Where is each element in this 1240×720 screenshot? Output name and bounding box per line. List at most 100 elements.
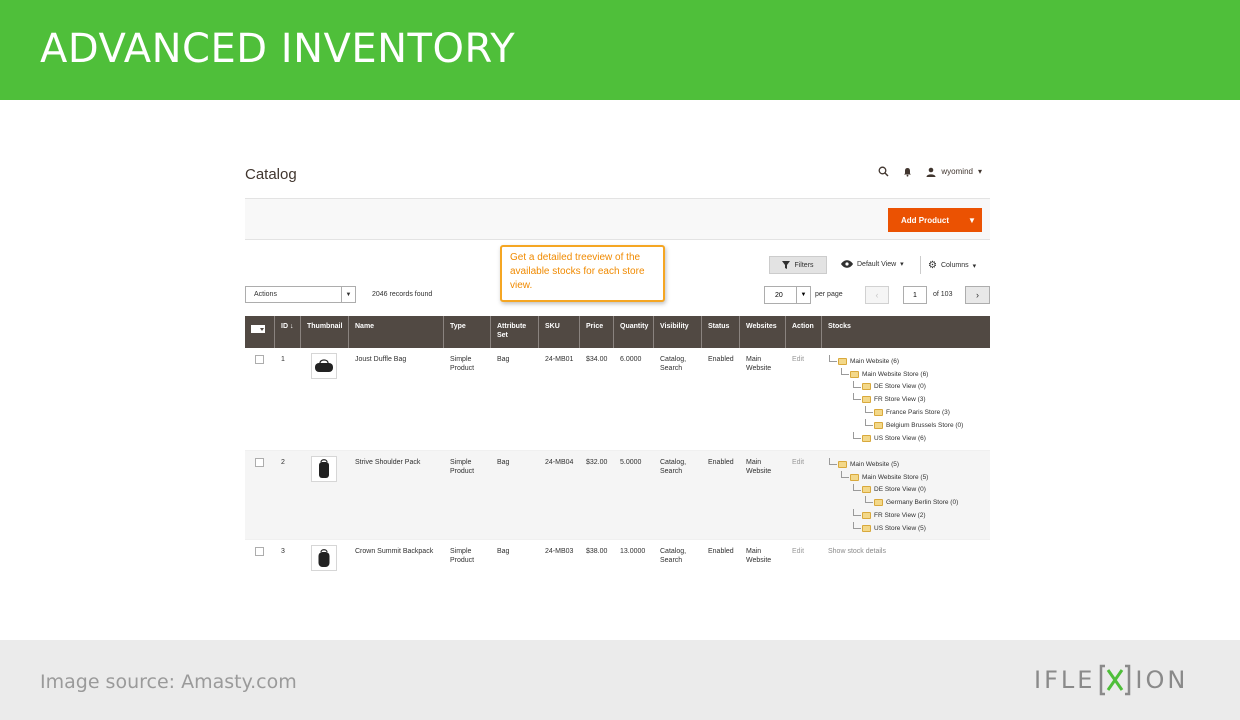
user-menu[interactable]: wyomind ▾ [926,167,982,177]
tree-node-label: US Store View (6) [874,434,926,442]
cell-type: Simple Product [450,459,475,475]
folder-icon [838,357,847,365]
cell-status: Enabled [708,356,734,363]
tree-connector [853,380,861,388]
cell-attribute-set: Bag [497,548,510,555]
cell-sku: 24-MB04 [545,459,574,466]
folder-icon [850,473,859,481]
row-checkbox[interactable] [255,355,264,364]
tree-node[interactable]: FR Store View (2) [828,509,986,522]
column-header-thumbnail[interactable]: Thumbnail [301,316,349,348]
product-thumbnail[interactable] [311,456,337,482]
row-checkbox[interactable] [255,458,264,467]
column-header-attribute-set[interactable]: Attribute Set [491,316,539,348]
cell-quantity: 6.0000 [620,356,642,363]
cell-price: $38.00 [586,548,608,555]
product-thumbnail[interactable] [311,545,337,571]
mass-actions-select[interactable]: Actions ▼ [245,286,356,303]
folder-icon [838,460,847,468]
tree-node[interactable]: Main Website Store (5) [828,470,986,484]
tree-node-label: DE Store View (0) [874,486,926,494]
add-product-dropdown-icon[interactable]: ▼ [962,216,982,225]
tree-node[interactable]: US Store View (6) [828,431,986,445]
edit-link[interactable]: Edit [792,548,804,555]
tree-connector [841,367,849,375]
tree-node[interactable]: US Store View (5) [828,521,986,535]
columns-dropdown[interactable]: ⚙ Columns ▾ [928,260,976,271]
tree-connector [853,431,861,439]
grid-header: ID ↓ Thumbnail Name Type Attribute Set S… [245,316,990,348]
banner-title: ADVANCED INVENTORY [40,26,516,72]
filters-button[interactable]: Filters [769,256,827,274]
select-all-checkbox[interactable] [245,316,275,348]
tree-connector [853,509,861,517]
column-header-type[interactable]: Type [444,316,491,348]
cell-visibility: Catalog, Search [660,356,687,372]
tree-node[interactable]: DE Store View (0) [828,380,986,394]
column-header-id[interactable]: ID ↓ [275,316,301,348]
row-checkbox[interactable] [255,547,264,556]
tree-node[interactable]: Main Website (5) [828,458,986,471]
chevron-down-icon: ▾ [972,262,977,270]
per-page-label: per page [815,291,843,298]
tree-node[interactable]: Germany Berlin Store (0) [828,496,986,509]
folder-icon [862,524,871,532]
tree-connector [853,521,861,529]
iflexion-logo: IFLE ION [1034,664,1188,696]
cell-quantity: 5.0000 [620,459,642,466]
stock-tree: Main Website (5) Main Website Store (5) DE… [828,458,986,535]
column-header-status[interactable]: Status [702,316,740,348]
default-view-label: Default View [857,260,897,268]
tree-connector [865,406,873,414]
image-source: Image source: Amasty.com [40,671,297,693]
tree-node-label: Germany Berlin Store (0) [886,499,959,507]
column-header-name[interactable]: Name [349,316,444,348]
column-header-price[interactable]: Price [580,316,614,348]
add-product-button[interactable]: Add Product ▼ [888,208,982,232]
tree-node[interactable]: Main Website Store (6) [828,367,986,381]
tree-node[interactable]: Belgium Brussels Store (0) [828,418,986,432]
tree-node-label: FR Store View (2) [874,512,926,520]
catalog-screenshot: Catalog wyomind ▾ Add Product ▼ Get a de… [245,150,990,580]
show-stock-details-link[interactable]: Show stock details [828,548,886,555]
previous-page-button[interactable]: ‹ [865,286,889,304]
product-thumbnail[interactable] [311,353,337,379]
folder-icon [862,434,871,442]
column-header-visibility[interactable]: Visibility [654,316,702,348]
folder-icon [862,396,871,404]
tree-node[interactable]: Main Website (6) [828,355,986,368]
tree-node[interactable]: France Paris Store (3) [828,406,986,419]
tree-node-label: FR Store View (3) [874,396,926,404]
tree-node[interactable]: FR Store View (3) [828,393,986,406]
bell-icon[interactable] [903,167,912,177]
add-product-label: Add Product [901,215,949,225]
page-number-input[interactable]: 1 [903,286,927,304]
tree-connector [853,483,861,491]
cell-status: Enabled [708,459,734,466]
column-header-websites[interactable]: Websites [740,316,786,348]
shoulder-pack-icon [319,459,329,478]
edit-link[interactable]: Edit [792,356,804,363]
default-view-dropdown[interactable]: Default View ▾ [841,260,904,268]
tree-node-label: Main Website (6) [850,357,900,365]
tree-connector [829,355,837,362]
chevron-left-icon: ‹ [875,290,879,300]
edit-link[interactable]: Edit [792,459,804,466]
column-header-stocks: Stocks [828,323,851,330]
tree-node[interactable]: DE Store View (0) [828,483,986,497]
table-row: 1 Joust Duffle Bag Simple Product Bag 24… [245,348,990,451]
column-header-action: Action [786,316,822,348]
per-page-select[interactable]: 20 ▼ [764,286,811,304]
next-page-button[interactable]: › [965,286,990,304]
page-title: Catalog [245,166,297,183]
column-header-sku[interactable]: SKU [539,316,580,348]
search-icon[interactable] [878,166,889,177]
cell-sku: 24-MB03 [545,548,574,555]
cell-sku: 24-MB01 [545,356,574,363]
eye-icon [841,260,853,268]
header-actions: wyomind ▾ [878,166,982,177]
column-header-quantity[interactable]: Quantity [614,316,654,348]
cell-name: Crown Summit Backpack [355,548,434,555]
user-icon [926,167,936,177]
chevron-down-icon: ▾ [900,261,904,268]
